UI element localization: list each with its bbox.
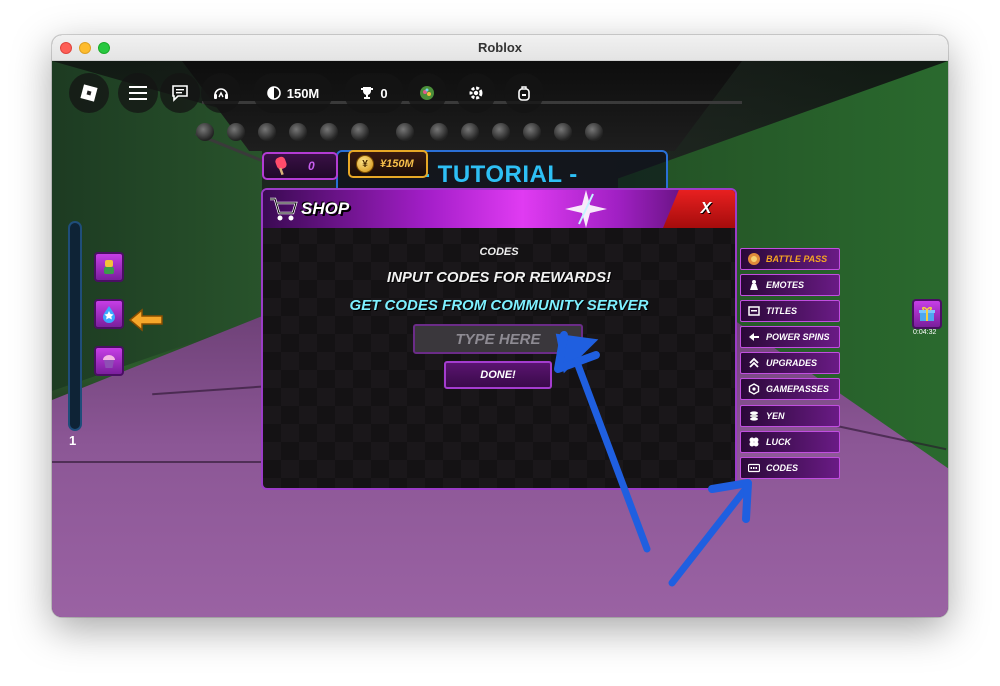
menu-label: UPGRADES: [766, 358, 818, 368]
code-input[interactable]: [413, 324, 583, 354]
shop-close-button[interactable]: X: [663, 190, 735, 228]
ceiling-lamp: [523, 123, 541, 141]
menu-yen[interactable]: YEN: [740, 405, 840, 427]
hamburger-menu-button[interactable]: [118, 73, 158, 113]
ceiling-lamp: [461, 123, 479, 141]
menu-label: YEN: [766, 411, 785, 421]
menu-codes[interactable]: CODES: [740, 457, 840, 479]
yen-coin-icon: ¥: [356, 155, 374, 173]
menu-power-spins[interactable]: POWER SPINS: [740, 326, 840, 348]
popsicle-value: 0: [308, 159, 315, 173]
ceiling-lamp: [554, 123, 572, 141]
currency-value: 150M: [286, 85, 320, 101]
headset-icon: [214, 88, 228, 99]
ceiling-lamp: [258, 123, 276, 141]
menu-label: CODES: [766, 463, 799, 473]
menu-emotes[interactable]: EMOTES: [740, 274, 840, 296]
emote-icon: [747, 278, 761, 292]
cupcake-icon: [103, 355, 115, 368]
ceiling-lamp: [396, 123, 414, 141]
ceiling-lamp: [320, 123, 338, 141]
menu-label: POWER SPINS: [766, 332, 830, 342]
menu-label: GAMEPASSES: [766, 384, 829, 394]
character-icon: [104, 260, 114, 274]
sparkle-icon: [565, 190, 607, 228]
character-button[interactable]: [94, 252, 124, 282]
game-viewport[interactable]: 150M 0 - TUTORIAL - 0 ¥ ¥150M 1 0:04:32 …: [52, 61, 948, 617]
codes-headline: INPUT CODES FOR REWARDS!: [386, 269, 612, 286]
ceiling-lamp: [289, 123, 307, 141]
shop-panel: SHOP X CODES INPUT CODES FOR REWARDS! GE…: [261, 188, 737, 490]
menu-label: BATTLE PASS: [766, 254, 828, 264]
hamburger-icon: [129, 86, 147, 100]
ceiling-lamp: [196, 123, 214, 141]
battle-pass-icon: [747, 252, 761, 266]
level-number: 1: [69, 433, 77, 448]
gift-icon: [919, 306, 935, 321]
upgrades-icon: [747, 356, 761, 370]
shop-cart-icon: [270, 197, 298, 221]
menu-label: EMOTES: [766, 280, 805, 290]
avatar-button[interactable]: [407, 73, 447, 113]
backpack-button[interactable]: [504, 73, 544, 113]
robux-currency-button[interactable]: 150M: [253, 73, 333, 113]
menu-gamepasses[interactable]: GAMEPASSES: [740, 378, 840, 400]
gamepass-icon: [747, 382, 761, 396]
shop-header: SHOP X: [263, 190, 735, 228]
yen-icon: [747, 409, 761, 423]
roblox-logo-icon: [80, 84, 98, 102]
chat-button[interactable]: [160, 73, 200, 113]
chat-icon: [172, 85, 188, 102]
popsicle-icon: [275, 156, 287, 176]
avatar-icon: [420, 86, 434, 100]
backpack-icon: [518, 86, 530, 101]
menu-upgrades[interactable]: UPGRADES: [740, 352, 840, 374]
menu-label: TITLES: [766, 306, 797, 316]
done-button[interactable]: DONE!: [444, 361, 552, 389]
yen-counter: ¥ ¥150M: [348, 150, 428, 178]
half-moon-icon: [266, 86, 281, 100]
water-drop-icon: [103, 306, 115, 323]
gear-icon: [469, 86, 483, 100]
ceiling-lamp: [227, 123, 245, 141]
pointing-hand-icon: [128, 308, 163, 332]
codes-section-label: CODES: [479, 246, 519, 258]
menu-luck[interactable]: LUCK: [740, 431, 840, 453]
trophy-value: 0: [380, 85, 388, 101]
app-window: Roblox 150M 0 - TUTORIAL - 0 ¥ ¥150M 1 0…: [52, 35, 948, 617]
settings-button[interactable]: [456, 73, 496, 113]
tutorial-title: - TUTORIAL -: [422, 161, 578, 188]
roblox-menu-button[interactable]: [69, 73, 109, 113]
scene-floor-line: [52, 461, 272, 463]
yen-value: ¥150M: [380, 158, 414, 170]
ceiling-lamp: [351, 123, 369, 141]
trophy-icon: [361, 87, 374, 99]
level-progress-track: [68, 221, 82, 431]
window-titlebar: Roblox: [52, 35, 948, 61]
menu-battle-pass[interactable]: BATTLE PASS: [740, 248, 840, 270]
titles-icon: [747, 304, 761, 318]
voice-button[interactable]: [201, 73, 241, 113]
codes-icon: [747, 461, 761, 475]
popsicle-counter: 0: [262, 152, 338, 180]
ceiling-lamp: [492, 123, 510, 141]
shop-title: SHOP: [301, 199, 350, 218]
menu-titles[interactable]: TITLES: [740, 300, 840, 322]
menu-label: LUCK: [766, 437, 791, 447]
luck-icon: [747, 435, 761, 449]
trophy-button[interactable]: 0: [344, 73, 404, 113]
gift-timer: 0:04:32: [913, 329, 937, 336]
ceiling-lamp: [585, 123, 603, 141]
window-title: Roblox: [477, 40, 523, 55]
boost-button[interactable]: [94, 299, 124, 329]
codes-subheadline: GET CODES FROM COMMUNITY SERVER: [349, 297, 649, 314]
shop-cart-button[interactable]: [94, 346, 124, 376]
gift-button[interactable]: [912, 299, 942, 329]
ceiling-lamp: [430, 123, 448, 141]
power-spins-icon: [747, 330, 761, 344]
